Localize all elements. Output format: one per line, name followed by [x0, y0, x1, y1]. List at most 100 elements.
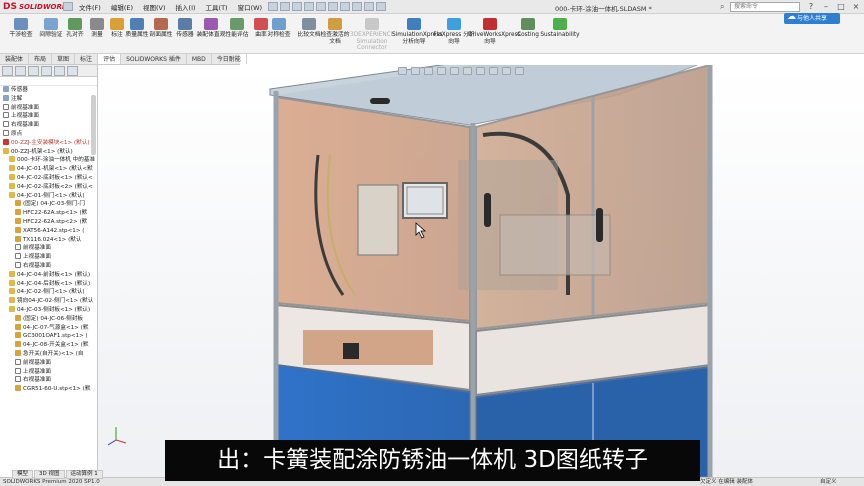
tree-item[interactable]: 00-ZZJ-机架<1> (默认) — [0, 147, 97, 157]
close-icon[interactable]: × — [850, 1, 862, 12]
cmd-button-simxpress[interactable]: SimulationXpress 分析向导 — [392, 18, 442, 45]
view-orientation-icon[interactable] — [450, 67, 459, 75]
edit-appearance-icon[interactable] — [489, 67, 498, 75]
hide-show-icon[interactable] — [476, 67, 485, 75]
tree-item[interactable]: 04-JC-07-气源盒<1> (默 — [0, 323, 97, 333]
help-icon[interactable]: ? — [805, 1, 817, 12]
tab-1[interactable]: 布局 — [29, 54, 53, 64]
view-settings-icon[interactable] — [515, 67, 524, 75]
tab-2[interactable]: 草图 — [52, 54, 76, 64]
plane-icon — [15, 358, 21, 365]
tree-item[interactable]: (固定) 04-JC-06-侧封板 — [0, 314, 97, 324]
tree-item[interactable]: HFC22-62A.stp<1> (默 — [0, 209, 97, 218]
cmd-button-interference[interactable]: 干涉检查 — [4, 18, 38, 39]
tree-item[interactable]: TX116.024<1> (默认 — [0, 235, 97, 245]
tree-item[interactable]: 上视基准面 — [0, 253, 97, 262]
menu-window[interactable]: 窗口(W) — [233, 2, 268, 12]
tree-item[interactable]: 04-JC-03-侧封板<1> (默认) — [0, 305, 97, 315]
tree-item[interactable]: 传感器 — [0, 86, 97, 95]
display-manager-tab-icon[interactable] — [54, 66, 65, 76]
maximize-icon[interactable]: □ — [835, 1, 847, 12]
tree-item[interactable]: CGR51-60-U.stp<1> (默 — [0, 385, 97, 394]
tree-item[interactable]: 前视基准面 — [0, 103, 97, 113]
tab-model[interactable]: 模型 — [12, 470, 34, 479]
select-icon[interactable] — [352, 2, 363, 11]
tree-item[interactable]: HFC22-62A.stp<2> (默 — [0, 217, 97, 227]
tab-motion-study[interactable]: 运动算例 1 — [65, 470, 103, 479]
tab-3[interactable]: 标注 — [75, 54, 99, 64]
tree-item[interactable]: XAT56-A142.stp<1> ( — [0, 226, 97, 236]
save-icon[interactable] — [316, 2, 327, 11]
tree-item[interactable]: 04-JC-04-前封板<1> (默认) — [0, 270, 97, 280]
feature-tree-tab-icon[interactable] — [2, 66, 13, 76]
configuration-tab-icon[interactable] — [28, 66, 39, 76]
tree-item[interactable]: GC3001OAF1.stp<1> ( — [0, 332, 97, 341]
menu-tools[interactable]: 工具(T) — [201, 2, 233, 12]
status-units[interactable]: 自定义 — [820, 478, 837, 486]
print-icon[interactable] — [328, 2, 339, 11]
tree-item[interactable]: 镜向04-JC-02-侧门<1> (默认 — [0, 297, 97, 306]
display-style-icon[interactable] — [463, 67, 472, 75]
property-manager-tab-icon[interactable] — [15, 66, 26, 76]
tree-item-label: 前视基准面 — [23, 359, 51, 366]
menu-file[interactable]: 文件(F) — [74, 2, 106, 12]
zoom-area-icon[interactable] — [411, 67, 420, 75]
tree-item[interactable]: (固定) 04-JC-03-侧门-门 — [0, 200, 97, 209]
tab-5[interactable]: SOLIDWORKS 插件 — [121, 54, 187, 64]
tree-item[interactable]: 00-ZZJ-主安装模块<1> (默认) — [0, 138, 97, 148]
tab-0[interactable]: 装配体 — [0, 54, 30, 64]
options-icon[interactable] — [376, 2, 387, 11]
tab-7[interactable]: 今日耐能 — [212, 54, 247, 64]
section-view-icon[interactable] — [437, 67, 446, 75]
cmd-button-check-doc[interactable]: 检查激活的文档 — [318, 18, 352, 45]
tree-item[interactable]: 04-JC-01-机架<1> (默认<默 — [0, 165, 97, 174]
cmd-button-symmetry[interactable]: 对称检查 — [262, 18, 296, 39]
scene-icon[interactable] — [502, 67, 511, 75]
undo-icon[interactable] — [340, 2, 351, 11]
share-button[interactable]: 与他人共享 — [784, 12, 840, 24]
tree-filter-row[interactable] — [0, 77, 97, 86]
open-document-icon[interactable] — [304, 2, 315, 11]
pin-icon[interactable] — [268, 2, 279, 11]
tab-4[interactable]: 评估 — [98, 54, 122, 64]
tree-item-label: 000-卡环-涂油一体机 中的基准 — [17, 157, 96, 164]
graphics-area[interactable] — [98, 65, 864, 477]
tree-item[interactable]: 右视基准面 — [0, 121, 97, 130]
tree-item[interactable]: 急开关(自开关)<1> (自 — [0, 349, 97, 359]
tree-item[interactable]: 04-JC-08-开关盒<1> (默 — [0, 341, 97, 350]
tree-item[interactable]: 04-JC-02-底封板<2> (默认< — [0, 182, 97, 192]
machine-3d-model[interactable] — [98, 65, 864, 477]
new-document-icon[interactable] — [292, 2, 303, 11]
zoom-to-fit-icon[interactable] — [398, 67, 407, 75]
menu-view[interactable]: 视图(V) — [138, 2, 171, 12]
home-icon[interactable] — [280, 2, 291, 11]
tree-item[interactable]: 04-JC-01-侧门<1> (默认) — [0, 191, 97, 201]
tree-item[interactable]: 右视基准面 — [0, 376, 97, 385]
tree-item[interactable]: 04-JC-02-侧门<1> (默认) — [0, 288, 97, 297]
cmd-button-3dx[interactable]: 3DEXPERIENCE Simulation Connector — [350, 18, 394, 52]
search-input[interactable]: 搜索命令 — [730, 2, 800, 12]
menu-edit[interactable]: 编辑(E) — [106, 2, 138, 12]
tree-item[interactable]: 右视基准面 — [0, 261, 97, 271]
tree-item[interactable]: 前视基准面 — [0, 358, 97, 368]
tree-item[interactable]: 上视基准面 — [0, 367, 97, 377]
tree-item[interactable]: 04-JC-02-底封板<1> (默认< — [0, 173, 97, 183]
tree-item[interactable]: 前视基准面 — [0, 244, 97, 253]
previous-view-icon[interactable] — [424, 67, 433, 75]
menu-insert[interactable]: 插入(I) — [171, 2, 201, 12]
tree-item[interactable]: 注解 — [0, 94, 97, 104]
minimize-icon[interactable]: – — [820, 1, 832, 12]
tree-item[interactable]: 04-JC-04-后封板<1> (默认) — [0, 279, 97, 289]
cmd-button-sustainability[interactable]: Sustainability — [538, 18, 582, 39]
rebuild-icon[interactable] — [364, 2, 375, 11]
tree-item[interactable]: 原点 — [0, 129, 97, 139]
menu-arrow-icon[interactable] — [63, 2, 73, 11]
tree-scrollbar[interactable] — [91, 95, 96, 155]
tree-item[interactable]: 000-卡环-涂油一体机 中的基准 — [0, 156, 97, 165]
tab-6[interactable]: MBD — [187, 54, 212, 64]
dimxpert-tab-icon[interactable] — [41, 66, 52, 76]
appearance-tab-icon[interactable] — [67, 66, 78, 76]
tree-item[interactable]: 上视基准面 — [0, 112, 97, 121]
search-icon[interactable]: ⌕ — [720, 2, 724, 12]
tab-3d-views[interactable]: 3D 视图 — [34, 470, 65, 479]
